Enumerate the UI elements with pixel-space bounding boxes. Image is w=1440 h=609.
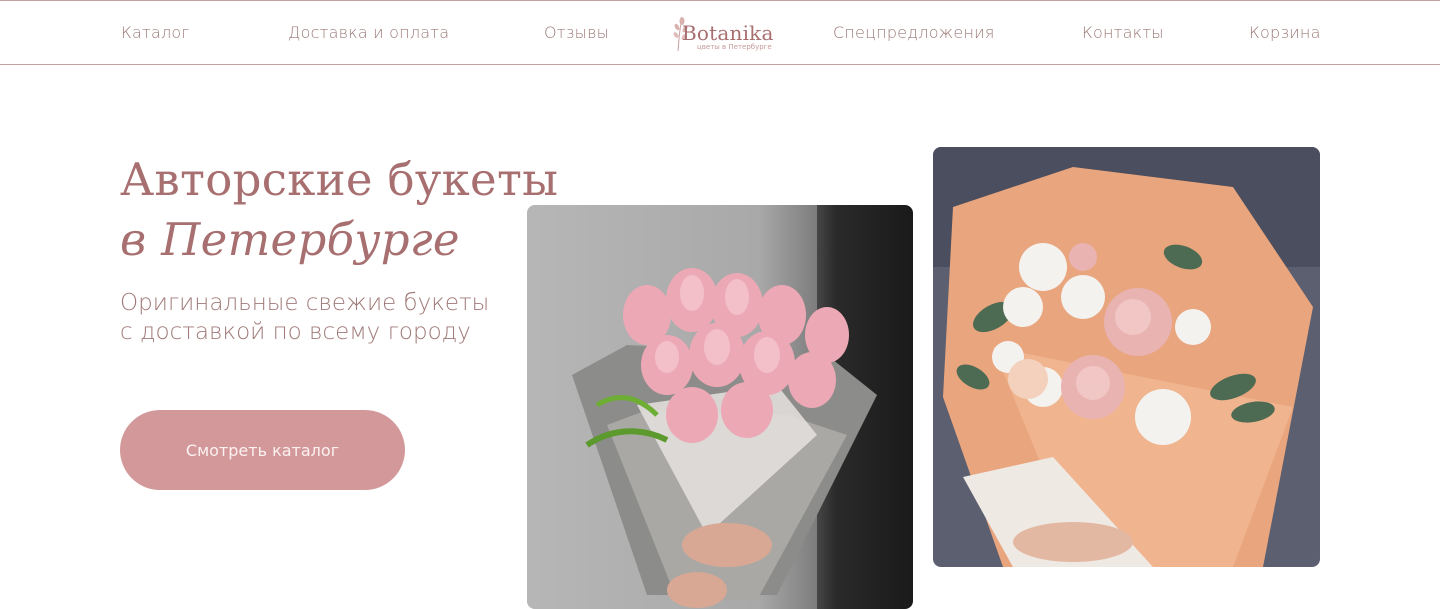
logo-tagline: цветы в Петербурге	[697, 43, 772, 51]
hero-title: Авторские букеты в Петербурге	[120, 150, 558, 270]
hero-subtitle-line1: Оригинальные свежие букеты	[120, 290, 490, 316]
hero-title-line1: Авторские букеты	[120, 153, 559, 206]
rose-bouquet-photo	[933, 147, 1320, 567]
hero-subtitle: Оригинальные свежие букеты с доставкой п…	[120, 289, 520, 347]
nav-cart-link[interactable]: Корзина	[1249, 23, 1321, 42]
hero-title-line2: в Петербурге	[120, 213, 460, 266]
nav-catalog-link[interactable]: Каталог	[121, 23, 189, 42]
nav-contacts-link[interactable]: Контакты	[1082, 23, 1164, 42]
logo-wordmark: Botanika	[682, 21, 774, 45]
nav-delivery-link[interactable]: Доставка и оплата	[288, 23, 449, 42]
nav-offers-link[interactable]: Спецпредложения	[833, 23, 995, 42]
view-catalog-button[interactable]: Смотреть каталог	[120, 410, 405, 490]
hero-subtitle-line2: с доставкой по всему городу	[120, 319, 471, 345]
nav-reviews-link[interactable]: Отзывы	[544, 23, 609, 42]
tulip-bouquet-photo	[527, 205, 913, 609]
brand-logo[interactable]: Botanika цветы в Петербурге	[670, 15, 774, 53]
top-navigation: Каталог Доставка и оплата Отзывы Botanik…	[0, 0, 1440, 65]
